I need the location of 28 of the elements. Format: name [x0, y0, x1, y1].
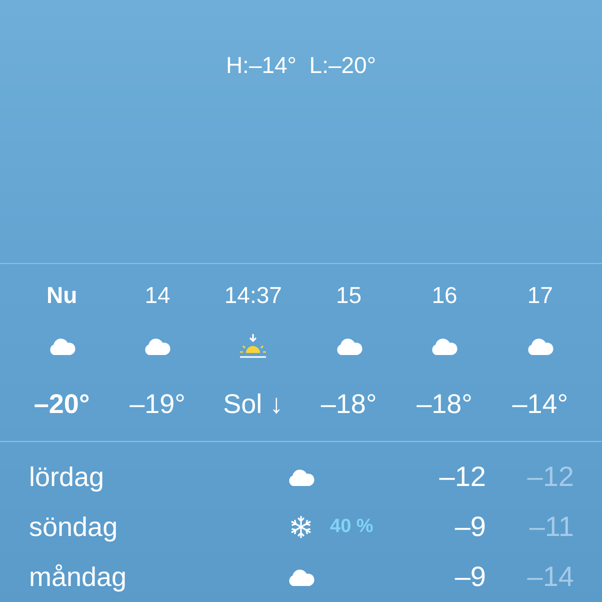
hour-temperature: –14°	[512, 388, 568, 422]
hour-temperature: Sol ↓	[223, 388, 284, 422]
hour-temperature: –18°	[416, 388, 472, 422]
hour-temperature: –20°	[34, 388, 90, 422]
hour-label: 16	[432, 281, 458, 308]
high-temperature: –9	[454, 510, 486, 544]
hour-label: 14	[144, 281, 170, 308]
cloud-icon	[286, 568, 316, 586]
day-label: söndag	[29, 510, 119, 544]
low-temperature: –12	[526, 460, 574, 494]
high-temperature: –9	[454, 560, 486, 594]
cloud-icon	[142, 336, 172, 356]
hour-temperature: –19°	[130, 388, 186, 422]
cloud-icon	[429, 336, 460, 356]
day-label: måndag	[29, 560, 128, 594]
hour-label: 14:37	[224, 281, 282, 308]
hour-temperature: –18°	[320, 388, 377, 422]
high-temperature: –12	[438, 460, 486, 494]
day-label: lördag	[29, 460, 106, 494]
hour-label: 17	[527, 281, 553, 308]
high-low-temperature: H:–14° L:–20°	[226, 51, 376, 80]
cloud-icon	[525, 336, 556, 356]
hour-label: 15	[336, 281, 362, 308]
hour-label: Nu	[46, 281, 78, 308]
cloud-icon	[286, 468, 316, 486]
low-temperature: –14	[526, 560, 574, 594]
low-temperature: –11	[528, 510, 574, 544]
snowflake-icon	[289, 515, 313, 539]
